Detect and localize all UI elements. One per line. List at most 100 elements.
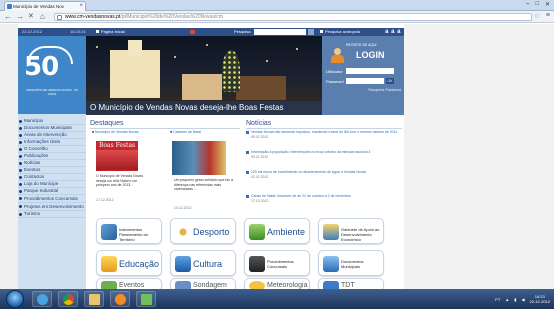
search-button[interactable] [308, 29, 314, 35]
destaque-link-label: Cabazes de Natal [173, 130, 201, 134]
font-size-controls[interactable]: a a a [385, 28, 401, 36]
cultura-button[interactable]: Cultura [170, 250, 236, 276]
home-icon[interactable]: ⌂ [40, 12, 45, 22]
site-date: 22.12.2012 [22, 29, 43, 34]
instrumentos-label: Instrumentos Planeamento do Território [119, 227, 149, 242]
stop-icon[interactable]: ✕ [28, 12, 34, 22]
christmas-banner[interactable]: O Município de Vendas Novas deseja-lhe B… [86, 36, 322, 115]
destaque-date: 17.12.2012 [96, 198, 114, 202]
close-tab-icon[interactable]: × [79, 2, 83, 11]
procedimentos-button[interactable]: Procedimentos Concursais [244, 250, 310, 276]
tdt-button[interactable]: TDT [318, 278, 384, 289]
register-link[interactable]: REGISTE-SE AQUI [346, 43, 377, 47]
home-page-link[interactable]: Página Inicial [96, 28, 125, 36]
main-menu: Município Documentos Municipais Áreas de… [18, 118, 86, 218]
documentos-button[interactable]: Documentos Municipais [318, 250, 384, 276]
menu-item-documentos[interactable]: Documentos Municipais [18, 125, 86, 132]
network-icon[interactable]: ▮ [514, 297, 516, 302]
banner-caption: O Município de Vendas Novas deseja-lhe B… [86, 101, 322, 115]
bookmark-star-icon[interactable]: ☆ [534, 12, 540, 20]
destaque-link-municipio[interactable]: ■ Município de Vendas Novas [92, 130, 166, 135]
menu-item-turismo[interactable]: Turismo [18, 211, 86, 218]
menu-item-parque[interactable]: Parque Industrial [18, 188, 86, 195]
site-search-input[interactable] [254, 29, 306, 35]
forward-arrow-icon[interactable]: → [16, 12, 24, 22]
start-button[interactable] [6, 290, 24, 308]
taskbar-app-explorer[interactable] [84, 291, 104, 307]
minimize-icon[interactable]: – [526, 1, 529, 8]
user-icon [328, 42, 344, 63]
browser-tab[interactable]: Município de Vendas Nov × [4, 1, 86, 11]
news-title: Informação à população: Intervenções no … [246, 150, 402, 155]
volume-icon[interactable]: ◀ [521, 297, 524, 302]
menu-item-loja[interactable]: Loja do Munícipe [18, 181, 86, 188]
menu-item-areas[interactable]: Áreas de Intervenção [18, 132, 86, 139]
windows-taskbar: PT ▲ ▮ ◀ 16:23 22-12-2012 [0, 289, 554, 309]
news-item[interactable]: Vendas Novas não aumenta impostos, mante… [246, 130, 402, 139]
taskbar-app-media[interactable] [110, 291, 130, 307]
menu-item-eventos[interactable]: Eventos [18, 167, 86, 174]
news-date: 17.10.2012 [251, 198, 269, 203]
educacao-button[interactable]: Educação [96, 250, 162, 276]
page-right-margin [404, 24, 554, 289]
window-close-icon[interactable]: ✕ [545, 1, 550, 8]
taskbar-app-ie[interactable] [32, 291, 52, 307]
menu-item-informacoes[interactable]: Informações Úteis [18, 139, 86, 146]
ambiente-button[interactable]: Ambiente [244, 218, 310, 244]
rss-icon[interactable] [190, 30, 195, 34]
meteorologia-button[interactable]: Meteorologia [244, 278, 310, 289]
clock[interactable]: 16:23 22-12-2012 [530, 294, 550, 304]
news-item[interactable]: Cabaz de Natal: Inscrever-se de 22 de ou… [246, 194, 402, 203]
login-ok-button[interactable]: OK [386, 78, 394, 84]
site-top-bar: 22.12.2012 16:23:24 Página Inicial Pesqu… [18, 28, 404, 36]
menu-item-projetos[interactable]: Projetos em Desenvolvimento [18, 203, 86, 211]
username-field[interactable] [346, 68, 394, 74]
menu-item-publicacoes[interactable]: Publicações [18, 153, 86, 160]
menu-item-procedimentos[interactable]: Procedimentos Concursais [18, 195, 86, 203]
recover-password-link[interactable]: Recuperar Password [368, 88, 401, 92]
desporto-button[interactable]: Desporto [170, 218, 236, 244]
cabazes-image[interactable] [172, 141, 226, 175]
tdt-label: TDT [341, 282, 355, 289]
back-arrow-icon[interactable]: ← [4, 12, 12, 22]
internet-explorer-icon [37, 294, 48, 305]
light-icon [206, 44, 208, 46]
tab-title: Município de Vendas Nov [13, 4, 65, 9]
noticias-heading: Notícias [246, 119, 402, 129]
news-item[interactable]: 220 mil euros de investimento no abastec… [246, 170, 402, 179]
gabinete-button[interactable]: Gabinete de Apoio ao Desenvolvimento Eco… [318, 218, 384, 244]
browser-toolbar: ← → ✕ ⌂ www.cm-vendasnovas.pt/pt/Municip… [0, 11, 554, 23]
procedimentos-label: Procedimentos Concursais [267, 259, 294, 269]
eventos-button[interactable]: Eventos [96, 278, 162, 289]
user-body-icon [331, 55, 344, 63]
menu-item-concelho[interactable]: O Concelho [18, 146, 86, 153]
news-item[interactable]: Informação à população: Intervenções no … [246, 150, 402, 159]
language-indicator[interactable]: PT [495, 297, 500, 302]
news-title: Cabaz de Natal: Inscrever-se de 22 de ou… [246, 194, 402, 199]
taskbar-app-chrome[interactable] [58, 291, 78, 307]
maximize-icon[interactable]: □ [535, 1, 539, 8]
browser-tab-bar: Município de Vendas Nov × – □ ✕ [0, 0, 554, 11]
people-icon [249, 256, 265, 272]
browser-menu-icon[interactable]: ≡ [546, 12, 550, 19]
menu-item-noticias[interactable]: Notícias [18, 160, 86, 167]
taskbar-app-image[interactable] [136, 291, 156, 307]
advanced-search-link[interactable]: Pesquisa avançada [320, 28, 360, 36]
bullet-icon: ■ [170, 130, 173, 134]
menu-item-municipio[interactable]: Município [18, 118, 86, 125]
site-time: 16:23:24 [70, 29, 86, 34]
eventos-label: Eventos [119, 282, 145, 289]
sport-icon [175, 224, 191, 240]
site-logo[interactable]: 50 MUNICÍPIO DE VENDAS NOVAS · 50 ANOS [18, 36, 86, 114]
destaque-link-cabazes[interactable]: ■ Cabazes de Natal [170, 130, 240, 135]
tray-arrow-icon[interactable]: ▲ [505, 297, 509, 302]
banner-building-image [182, 74, 222, 100]
folder-icon [89, 294, 100, 305]
sondagem-button[interactable]: Sondagem [170, 278, 236, 289]
address-bar[interactable]: www.cm-vendasnovas.pt/pt/Municipio%20de%… [54, 13, 532, 21]
planning-icon [101, 224, 117, 240]
password-field[interactable] [346, 78, 384, 84]
menu-item-contactos[interactable]: Contactos [18, 174, 86, 181]
clock-date: 22-12-2012 [529, 299, 550, 304]
instrumentos-button[interactable]: Instrumentos Planeamento do Território [96, 218, 162, 244]
